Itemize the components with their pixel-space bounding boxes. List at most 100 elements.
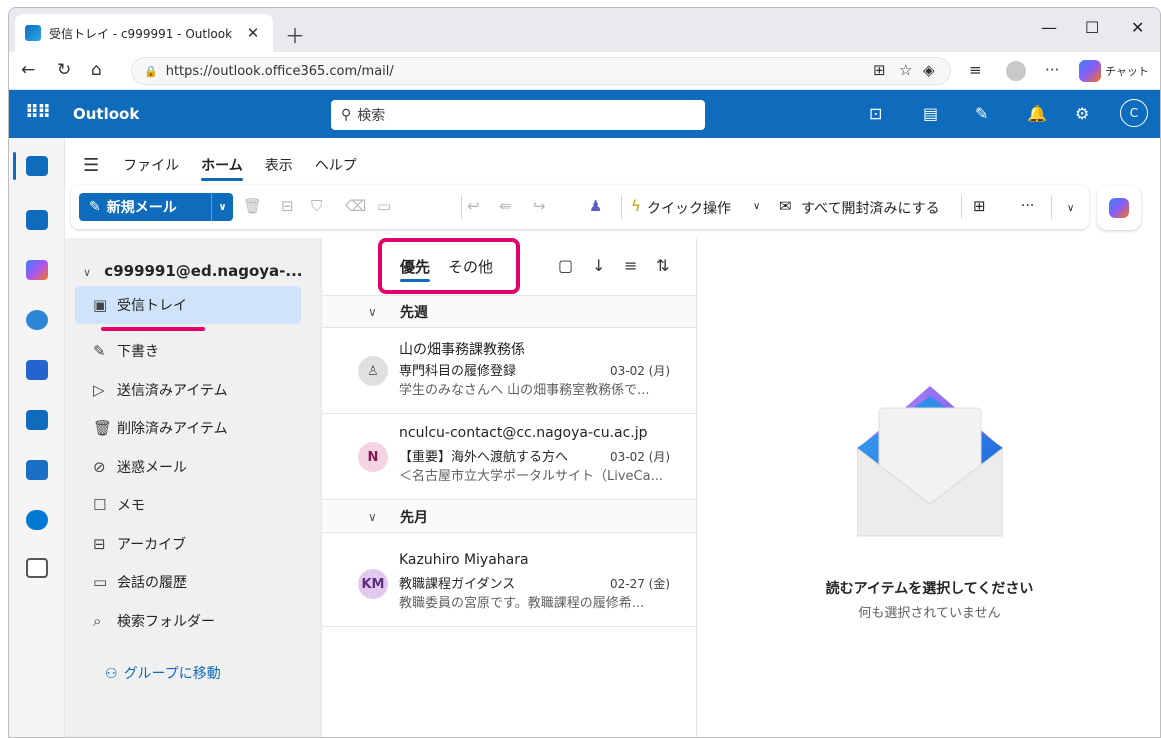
profile-avatar[interactable] bbox=[1006, 61, 1026, 81]
more-apps-icon[interactable] bbox=[26, 558, 48, 578]
forward-icon[interactable]: ↪ bbox=[533, 197, 546, 215]
folder-drafts[interactable]: ✎ 下書き bbox=[75, 332, 301, 370]
settings-gear-icon[interactable]: ⚙ bbox=[1075, 104, 1089, 123]
org-explorer-icon[interactable] bbox=[26, 460, 48, 480]
mark-all-read-button[interactable]: すべて開封済みにする bbox=[801, 198, 940, 218]
url-field[interactable]: 🔒 https://outlook.office365.com/mail/ bbox=[131, 57, 951, 85]
tab-focused[interactable]: 優先 bbox=[400, 256, 431, 282]
teams-chat-icon[interactable]: ⊡ bbox=[869, 104, 882, 123]
calendar-icon[interactable] bbox=[26, 210, 48, 230]
close-window-icon[interactable]: ✕ bbox=[1131, 18, 1144, 37]
back-icon[interactable]: ← bbox=[21, 60, 35, 80]
outlook-app-icon[interactable]: ▤ bbox=[923, 104, 938, 123]
folder-deleted[interactable]: 🗑 削除済みアイテム bbox=[75, 409, 301, 447]
group-header-last-month[interactable]: ∨ 先月 bbox=[322, 501, 696, 533]
todo-icon[interactable] bbox=[26, 360, 48, 380]
copilot-button[interactable] bbox=[1097, 186, 1141, 230]
reply-all-icon[interactable]: ⇚ bbox=[499, 197, 512, 215]
folder-inbox[interactable]: ▣ 受信トレイ bbox=[75, 286, 301, 324]
account-folder-header[interactable]: ∨ c999991@ed.nagoya-... bbox=[83, 262, 302, 280]
bell-icon[interactable]: 🔔 bbox=[1027, 104, 1047, 123]
reading-pane-title: 読むアイテムを選択してください bbox=[825, 581, 1034, 597]
message-date: 02-27 (金) bbox=[610, 577, 671, 591]
move-to-icon[interactable]: ▭ bbox=[377, 197, 391, 215]
archive-icon: ⊟ bbox=[93, 535, 106, 553]
jump-down-icon[interactable]: ↓ bbox=[592, 256, 605, 275]
url-text: https://outlook.office365.com/mail/ bbox=[165, 63, 394, 79]
quick-actions-button[interactable]: クイック操作 bbox=[647, 198, 731, 218]
group-label: 先週 bbox=[400, 304, 428, 321]
sort-icon[interactable]: ⇅ bbox=[656, 256, 669, 275]
filter-icon[interactable]: ≡ bbox=[624, 256, 637, 275]
notes-icon[interactable]: ✎ bbox=[975, 104, 988, 123]
sweep-icon[interactable]: ⌫ bbox=[345, 197, 366, 215]
folder-notes[interactable]: ☐ メモ bbox=[75, 486, 301, 524]
lightning-icon[interactable]: ϟ bbox=[631, 197, 641, 215]
account-avatar[interactable]: C bbox=[1120, 99, 1148, 127]
browser-window: 受信トレイ - c999991 - Outlook ✕ ＋ — ☐ ✕ ← ↻ … bbox=[8, 7, 1161, 738]
minimize-icon[interactable]: — bbox=[1041, 18, 1057, 37]
copilot-rail-icon[interactable] bbox=[26, 260, 48, 280]
open-envelope-icon bbox=[857, 386, 1003, 537]
quick-actions-dropdown-icon[interactable]: ∨ bbox=[753, 201, 760, 212]
menu-home[interactable]: ホーム bbox=[201, 155, 243, 181]
outlook-favicon-icon bbox=[25, 25, 41, 41]
extension-icon[interactable]: ◈ bbox=[923, 61, 935, 79]
tab-strip: 受信トレイ - c999991 - Outlook ✕ ＋ — ☐ ✕ bbox=[9, 8, 1160, 52]
people-icon[interactable] bbox=[26, 310, 48, 330]
copilot-chat-button[interactable]: チャット bbox=[1079, 60, 1149, 82]
menu-help[interactable]: ヘルプ bbox=[315, 155, 357, 175]
favorites-list-icon[interactable]: ≡ bbox=[969, 61, 982, 79]
hamburger-menu-icon[interactable]: ☰ bbox=[83, 155, 99, 176]
select-checkbox-icon[interactable]: ▢ bbox=[558, 256, 573, 275]
account-name: c999991@ed.nagoya-... bbox=[104, 262, 303, 280]
apps-grid-icon[interactable]: ⊞ bbox=[973, 197, 986, 215]
new-tab-icon[interactable]: ＋ bbox=[285, 20, 305, 49]
mail-icon[interactable] bbox=[26, 156, 48, 176]
new-mail-button[interactable]: ✎ 新規メール ∨ bbox=[79, 193, 233, 221]
report-icon[interactable]: ⛉ bbox=[311, 197, 322, 215]
message-item[interactable]: KM Kazuhiro Miyahara 教職課程ガイダンス 02-27 (金)… bbox=[322, 542, 696, 627]
outlook-header: ⠿⠿ Outlook ⚲ 検索 ⊡ ▤ ✎ 🔔 ⚙ C bbox=[9, 90, 1160, 138]
reply-icon[interactable]: ↩ bbox=[467, 197, 480, 215]
split-screen-icon[interactable]: ⊞ bbox=[873, 61, 886, 79]
onedrive-icon[interactable] bbox=[26, 510, 48, 530]
folder-archive[interactable]: ⊟ アーカイブ bbox=[75, 525, 301, 563]
go-to-groups-link[interactable]: ⚇ グループに移動 bbox=[105, 663, 221, 683]
search-box[interactable]: ⚲ 検索 bbox=[331, 100, 705, 130]
ribbon-expand-icon[interactable]: ∨ bbox=[1067, 203, 1074, 214]
message-preview: 教職委員の宮原です。教職課程の履修希... bbox=[399, 596, 645, 611]
folder-junk[interactable]: ⊘ 迷惑メール bbox=[75, 448, 301, 486]
close-tab-icon[interactable]: ✕ bbox=[243, 24, 263, 42]
message-item[interactable]: N nculcu-contact@cc.nagoya-cu.ac.jp 【重要】… bbox=[322, 415, 696, 500]
favorite-star-icon[interactable]: ☆ bbox=[899, 61, 912, 79]
teams-share-icon[interactable]: ♟ bbox=[589, 197, 602, 215]
message-preview: ＜名古屋市立大学ポータルサイト（LiveCa... bbox=[399, 469, 663, 484]
search-placeholder: 検索 bbox=[357, 108, 386, 124]
refresh-icon[interactable]: ↻ bbox=[57, 60, 71, 80]
folder-label: 会話の履歴 bbox=[117, 575, 187, 591]
delete-icon[interactable]: 🗑 bbox=[243, 197, 262, 215]
menu-file[interactable]: ファイル bbox=[123, 155, 179, 175]
message-item[interactable]: ♙ 山の畑事務課教務係 専門科目の履修登録 03-02 (月) 学生のみなさんへ… bbox=[322, 329, 696, 414]
message-list-header: 優先 その他 ▢ ↓ ≡ ⇅ bbox=[322, 238, 696, 296]
more-options-button[interactable]: ··· bbox=[1021, 198, 1034, 214]
home-icon[interactable]: ⌂ bbox=[91, 60, 102, 80]
new-mail-dropdown-icon[interactable]: ∨ bbox=[211, 193, 233, 221]
menu-view[interactable]: 表示 bbox=[265, 155, 293, 175]
files-icon[interactable] bbox=[26, 410, 48, 430]
app-launcher-icon[interactable]: ⠿⠿ bbox=[25, 102, 51, 123]
menu-bar: ☰ ファイル ホーム 表示 ヘルプ bbox=[83, 152, 379, 181]
folder-search-folders[interactable]: ⌕ 検索フォルダー bbox=[75, 602, 301, 640]
message-subject: 専門科目の履修登録 bbox=[399, 364, 517, 379]
folder-conversation-history[interactable]: ▭ 会話の履歴 bbox=[75, 563, 301, 601]
more-menu-icon[interactable]: ··· bbox=[1045, 61, 1059, 79]
maximize-icon[interactable]: ☐ bbox=[1085, 18, 1099, 37]
inbox-icon: ▣ bbox=[93, 296, 108, 314]
browser-tab[interactable]: 受信トレイ - c999991 - Outlook ✕ bbox=[15, 14, 273, 52]
group-header-last-week[interactable]: ∨ 先週 bbox=[322, 296, 696, 328]
app-name[interactable]: Outlook bbox=[73, 105, 139, 123]
tab-other[interactable]: その他 bbox=[448, 256, 493, 277]
archive-icon[interactable]: ⊟ bbox=[281, 197, 294, 215]
folder-sent[interactable]: ▷ 送信済みアイテム bbox=[75, 371, 301, 409]
